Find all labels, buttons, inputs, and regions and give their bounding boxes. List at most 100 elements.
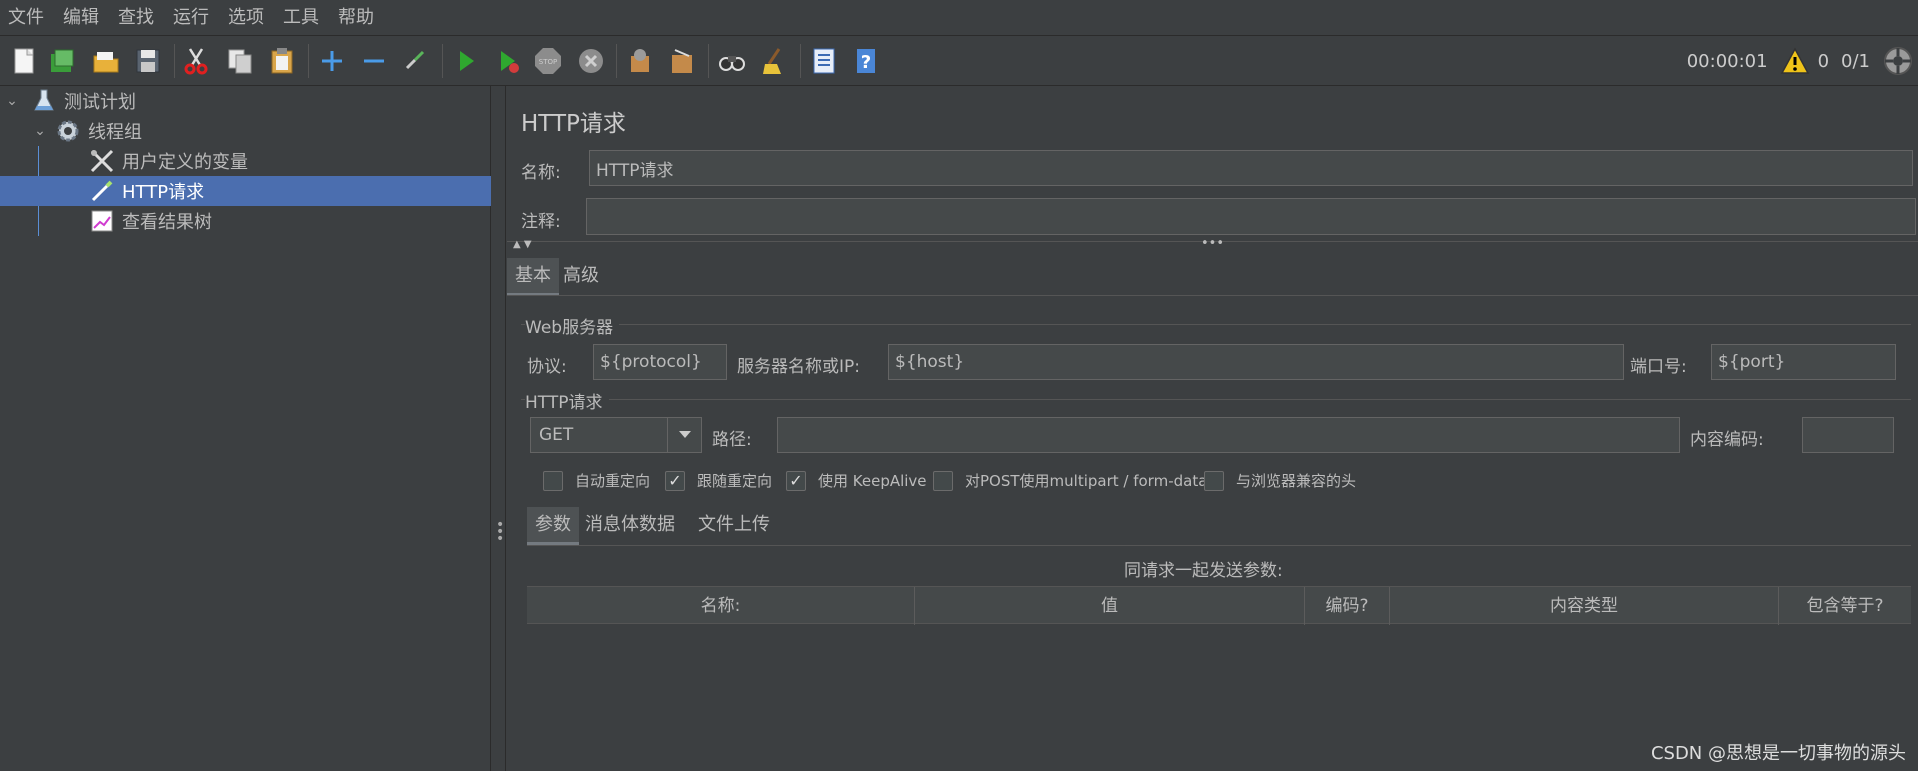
splitter-handle-icon[interactable]: •••: [496, 518, 504, 546]
column-header-name[interactable]: 名称:: [527, 587, 915, 625]
expand-icon[interactable]: [316, 45, 348, 77]
stop-icon[interactable]: STOP: [532, 45, 564, 77]
cut-icon[interactable]: [180, 45, 212, 77]
shutdown-icon[interactable]: [575, 45, 607, 77]
path-label: 路径:: [712, 430, 752, 450]
encoding-field[interactable]: [1802, 417, 1894, 453]
collapse-arrows-icon[interactable]: ▲ ▼: [513, 239, 532, 250]
column-header-include-equals[interactable]: 包含等于?: [1779, 587, 1911, 625]
menu-run[interactable]: 运行: [165, 0, 220, 36]
new-icon[interactable]: [8, 45, 40, 77]
checkbox-browser-headers[interactable]: 与浏览器兼容的头: [1204, 470, 1356, 491]
tab-body-data[interactable]: 消息体数据: [577, 507, 683, 545]
checkbox-box[interactable]: [543, 470, 563, 491]
thread-count: 0/1: [1841, 50, 1870, 72]
protocol-label: 协议:: [527, 357, 567, 377]
clear-all-icon[interactable]: [666, 45, 698, 77]
check-icon[interactable]: ✓: [665, 470, 685, 491]
path-field[interactable]: [777, 417, 1680, 453]
server-label: 服务器名称或IP:: [737, 357, 860, 377]
comment-field[interactable]: [586, 198, 1916, 235]
menu-bar: 文件 编辑 查找 运行 选项 工具 帮助: [0, 0, 1918, 36]
chevron-down-icon[interactable]: ⌄: [2, 91, 22, 111]
tree-item-user-variables[interactable]: 用户定义的变量: [0, 146, 491, 176]
toggle-icon[interactable]: [400, 45, 432, 77]
svg-text:STOP: STOP: [539, 58, 557, 66]
elapsed-time: 00:00:01: [1686, 50, 1768, 72]
checkbox-keepalive[interactable]: ✓ 使用 KeepAlive: [786, 470, 927, 491]
comment-label: 注释:: [521, 212, 561, 232]
tab-advanced[interactable]: 高级: [555, 258, 607, 296]
chevron-down-icon[interactable]: [667, 418, 701, 452]
chart-icon: [88, 207, 116, 235]
chevron-down-icon[interactable]: ⌄: [30, 121, 50, 141]
templates-icon[interactable]: [46, 45, 78, 77]
globe-icon[interactable]: [1882, 45, 1914, 77]
watermark-text: CSDN @思想是一切事物的源头: [1650, 743, 1906, 764]
checkbox-box[interactable]: [1204, 470, 1224, 491]
pipette-icon: [88, 177, 116, 205]
warning-count: 0: [1817, 50, 1830, 72]
tab-basic[interactable]: 基本: [507, 258, 559, 296]
start-icon[interactable]: [450, 45, 482, 77]
column-header-value[interactable]: 值: [915, 587, 1305, 625]
port-field[interactable]: ${port}: [1711, 344, 1896, 380]
tree-item-test-plan[interactable]: ⌄ 测试计划: [0, 86, 491, 116]
warning-icon[interactable]: [1780, 47, 1810, 75]
tree-item-results-tree[interactable]: 查看结果树: [0, 206, 491, 236]
vertical-splitter[interactable]: • • •: [492, 86, 506, 771]
function-helper-icon[interactable]: [808, 45, 840, 77]
menu-options[interactable]: 选项: [220, 0, 275, 36]
checkbox-auto-redirect[interactable]: 自动重定向: [543, 470, 650, 491]
collapse-icon[interactable]: [358, 45, 390, 77]
menu-edit[interactable]: 编辑: [55, 0, 110, 36]
name-field[interactable]: HTTP请求: [589, 150, 1913, 186]
http-request-panel: HTTP请求 名称: HTTP请求 注释: ▲ ▼ ••• 基本 高级 Web服…: [507, 86, 1918, 771]
tree-label: 查看结果树: [122, 212, 212, 233]
tree-item-thread-group[interactable]: ⌄ 线程组: [0, 116, 491, 146]
menu-search[interactable]: 查找: [110, 0, 165, 36]
test-plan-tree: ⌄ 测试计划 ⌄ 线程组 用户定义的变量 HTTP请求 查看结果树: [0, 86, 491, 771]
wrench-icon: [88, 147, 116, 175]
checkbox-follow-redirects[interactable]: ✓ 跟随重定向: [665, 470, 772, 491]
menu-file[interactable]: 文件: [0, 0, 55, 36]
column-header-content-type[interactable]: 内容类型: [1390, 587, 1779, 625]
start-no-pause-icon[interactable]: [492, 45, 524, 77]
parameters-table-header: 名称: 值 编码? 内容类型 包含等于?: [527, 586, 1911, 625]
name-label: 名称:: [521, 163, 561, 183]
server-field[interactable]: ${host}: [888, 344, 1624, 380]
http-request-group-title: HTTP请求: [525, 388, 609, 413]
horizontal-splitter[interactable]: ▲ ▼ •••: [507, 236, 1918, 253]
checkbox-box[interactable]: [933, 470, 953, 491]
page-title: HTTP请求: [521, 111, 626, 137]
reset-search-icon[interactable]: [758, 45, 790, 77]
tree-item-http-request[interactable]: HTTP请求: [0, 176, 491, 206]
clear-icon[interactable]: [624, 45, 656, 77]
splitter-handle-icon[interactable]: •••: [1201, 236, 1224, 251]
paste-icon[interactable]: [266, 45, 298, 77]
menu-help[interactable]: 帮助: [330, 0, 385, 36]
protocol-field[interactable]: ${protocol}: [593, 344, 727, 380]
column-header-encode[interactable]: 编码?: [1305, 587, 1390, 625]
method-value: GET: [539, 425, 574, 445]
open-icon[interactable]: [90, 45, 122, 77]
method-select[interactable]: GET: [530, 417, 702, 453]
port-label: 端口号:: [1630, 357, 1687, 377]
flask-icon: [30, 87, 58, 115]
tree-label: HTTP请求: [122, 182, 205, 203]
gear-icon: [54, 117, 82, 145]
copy-icon[interactable]: [224, 45, 256, 77]
save-icon[interactable]: [132, 45, 164, 77]
tab-file-upload[interactable]: 文件上传: [690, 507, 778, 545]
checkbox-multipart[interactable]: 对POST使用multipart / form-data: [933, 470, 1207, 491]
check-icon[interactable]: ✓: [786, 470, 806, 491]
status-area: 00:00:01 0 0/1: [1687, 36, 1918, 86]
search-icon[interactable]: [716, 45, 748, 77]
tree-label: 用户定义的变量: [122, 152, 248, 173]
table-caption: 同请求一起发送参数:: [1124, 561, 1283, 581]
tab-parameters[interactable]: 参数: [527, 507, 579, 545]
help-icon[interactable]: ?: [850, 45, 882, 77]
tree-label: 线程组: [88, 122, 142, 143]
encoding-label: 内容编码:: [1690, 430, 1764, 450]
menu-tools[interactable]: 工具: [275, 0, 330, 36]
